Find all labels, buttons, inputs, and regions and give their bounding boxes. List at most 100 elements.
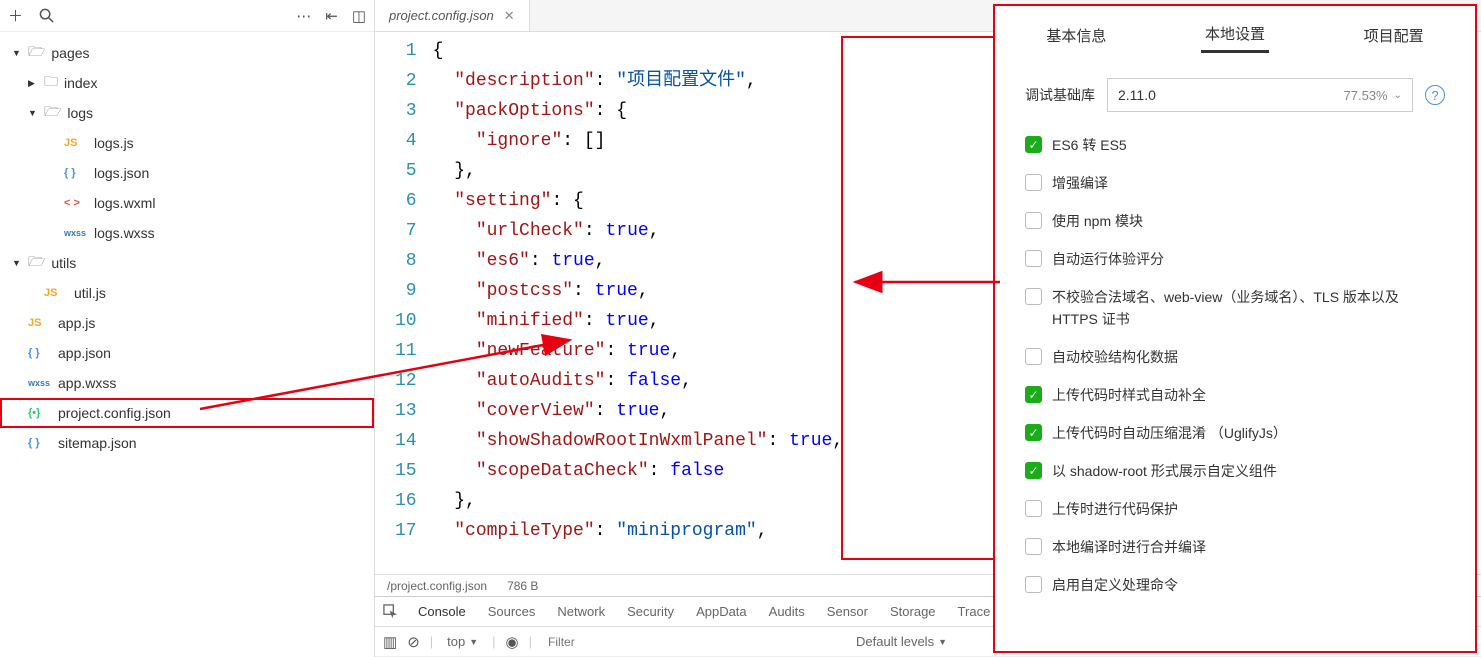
context-dropdown[interactable]: top ▼ <box>443 632 482 651</box>
checkbox[interactable] <box>1025 174 1042 191</box>
editor-tab[interactable]: project.config.json ✕ <box>375 0 530 31</box>
file-item[interactable]: {•}project.config.json <box>0 398 374 428</box>
tree-label: app.js <box>58 315 95 331</box>
context-value: top <box>447 634 465 649</box>
sidebar-toolbar: ＋ ⋯ ⇤ ◫ <box>0 0 374 32</box>
file-type-icon: JS <box>44 287 68 299</box>
devtools-tab-trace[interactable]: Trace <box>958 604 991 619</box>
tab-title: project.config.json <box>389 8 494 23</box>
devtools-tab-storage[interactable]: Storage <box>890 604 936 619</box>
file-item[interactable]: wxssapp.wxss <box>0 368 374 398</box>
code-content[interactable]: { "description": "项目配置文件", "packOptions"… <box>433 32 844 574</box>
help-icon[interactable]: ? <box>1425 85 1445 105</box>
tree-label: utils <box>51 255 76 271</box>
check-label: 使用 npm 模块 <box>1052 210 1143 232</box>
settings-tab[interactable]: 本地设置 <box>1201 17 1269 53</box>
file-item[interactable]: wxss logs.wxss <box>0 218 374 248</box>
library-version: 2.11.0 <box>1118 87 1156 103</box>
check-label: 本地编译时进行合并编译 <box>1052 536 1206 558</box>
file-item[interactable]: { }app.json <box>0 338 374 368</box>
library-label: 调试基础库 <box>1025 85 1095 105</box>
check-label: 以 shadow-root 形式展示自定义组件 <box>1052 460 1277 482</box>
eye-icon[interactable]: ◉ <box>506 633 519 651</box>
clear-console-icon[interactable]: ⊘ <box>407 633 420 651</box>
levels-dropdown[interactable]: Default levels ▼ <box>852 632 951 651</box>
chevron-icon: ▼ <box>12 258 22 268</box>
checkbox[interactable] <box>1025 250 1042 267</box>
more-icon[interactable]: ⋯ <box>296 7 311 25</box>
chevron-icon: ▼ <box>12 48 22 58</box>
checkbox[interactable]: ✓ <box>1025 462 1042 479</box>
setting-check-row: ✓ 上传代码时自动压缩混淆 （UglifyJs） <box>1025 422 1445 444</box>
folder-item[interactable]: ▼🗁logs <box>0 98 374 128</box>
settings-tab[interactable]: 基本信息 <box>1042 19 1110 52</box>
setting-check-row: ✓ES6 转 ES5 <box>1025 134 1445 156</box>
checkbox[interactable]: ✓ <box>1025 136 1042 153</box>
setting-check-row: ✓ 上传代码时样式自动补全 <box>1025 384 1445 406</box>
folder-item[interactable]: ▼🗁utils <box>0 248 374 278</box>
checkbox[interactable] <box>1025 538 1042 555</box>
checkbox[interactable] <box>1025 348 1042 365</box>
tree-label: pages <box>51 45 89 61</box>
file-item[interactable]: < >logs.wxml <box>0 188 374 218</box>
file-type-icon: wxss <box>64 228 88 238</box>
library-percent: 77.53% <box>1344 88 1388 103</box>
checkbox[interactable] <box>1025 212 1042 229</box>
checkbox[interactable]: ✓ <box>1025 386 1042 403</box>
devtools-tab-sources[interactable]: Sources <box>488 604 536 619</box>
file-type-icon: JS <box>64 137 88 149</box>
file-item[interactable]: JSutil.js <box>0 278 374 308</box>
close-icon[interactable]: ✕ <box>504 8 515 24</box>
folder-item[interactable]: ▼🗁pages <box>0 38 374 68</box>
search-icon[interactable] <box>39 8 54 23</box>
file-item[interactable]: JS app.js <box>0 308 374 338</box>
tree-label: logs.wxss <box>94 225 155 241</box>
folder-icon: 🗁 <box>44 101 61 125</box>
split-icon[interactable]: ◫ <box>352 7 366 25</box>
add-file-icon[interactable]: ＋ <box>8 5 23 26</box>
check-label: 启用自定义处理命令 <box>1052 574 1178 596</box>
filter-input[interactable] <box>542 632 842 652</box>
collapse-icon[interactable]: ⇤ <box>325 7 338 25</box>
checkbox[interactable]: ✓ <box>1025 424 1042 441</box>
devtools-tab-audits[interactable]: Audits <box>769 604 805 619</box>
chevron-icon: ▼ <box>28 108 38 118</box>
devtools-tab-sensor[interactable]: Sensor <box>827 604 868 619</box>
tree-label: logs.json <box>94 165 149 181</box>
file-tree[interactable]: ▼🗁pages▶🗀index▼🗁logsJSlogs.js{ }logs.jso… <box>0 32 374 657</box>
folder-item[interactable]: ▶🗀index <box>0 68 374 98</box>
setting-check-row: 上传时进行代码保护 <box>1025 498 1445 520</box>
settings-tabs: 基本信息 本地设置 项目配置 <box>997 6 1473 64</box>
devtools-tab-console[interactable]: Console <box>418 604 466 619</box>
file-type-icon: { } <box>28 347 52 359</box>
devtools-tab-network[interactable]: Network <box>557 604 605 619</box>
file-item[interactable]: JSlogs.js <box>0 128 374 158</box>
file-type-icon: { } <box>28 437 52 449</box>
setting-check-row: 不校验合法域名、web-view（业务域名）、TLS 版本以及 HTTPS 证书 <box>1025 286 1445 330</box>
check-label: 上传时进行代码保护 <box>1052 498 1178 520</box>
checkbox[interactable] <box>1025 576 1042 593</box>
setting-check-row: 自动校验结构化数据 <box>1025 346 1445 368</box>
checkbox[interactable] <box>1025 500 1042 517</box>
file-item[interactable]: { } logs.json <box>0 158 374 188</box>
devtools-tab-security[interactable]: Security <box>627 604 674 619</box>
inspect-icon[interactable] <box>383 604 398 619</box>
settings-tab[interactable]: 项目配置 <box>1360 19 1428 52</box>
tree-label: logs.wxml <box>94 195 155 211</box>
folder-icon: 🗀 <box>44 71 58 95</box>
setting-check-row: 增强编译 <box>1025 172 1445 194</box>
toggle-sidebar-icon[interactable]: ▥ <box>383 633 397 651</box>
check-label: 上传代码时样式自动补全 <box>1052 384 1206 406</box>
library-select[interactable]: 2.11.0 77.53% ⌄ <box>1107 78 1413 112</box>
settings-panel: 基本信息 本地设置 项目配置 调试基础库 2.11.0 77.53% ⌄ ? ✓ES… <box>993 4 1477 653</box>
setting-check-row: 使用 npm 模块 <box>1025 210 1445 232</box>
chevron-down-icon: ▼ <box>938 637 947 647</box>
file-type-icon: { } <box>64 167 88 179</box>
levels-value: Default levels <box>856 634 934 649</box>
check-label: 上传代码时自动压缩混淆 （UglifyJs） <box>1052 422 1287 444</box>
devtools-tab-appdata[interactable]: AppData <box>696 604 747 619</box>
checkbox[interactable] <box>1025 288 1042 305</box>
check-label: 自动运行体验评分 <box>1052 248 1164 270</box>
file-type-icon: JS <box>28 317 52 329</box>
file-item[interactable]: { }sitemap.json <box>0 428 374 458</box>
